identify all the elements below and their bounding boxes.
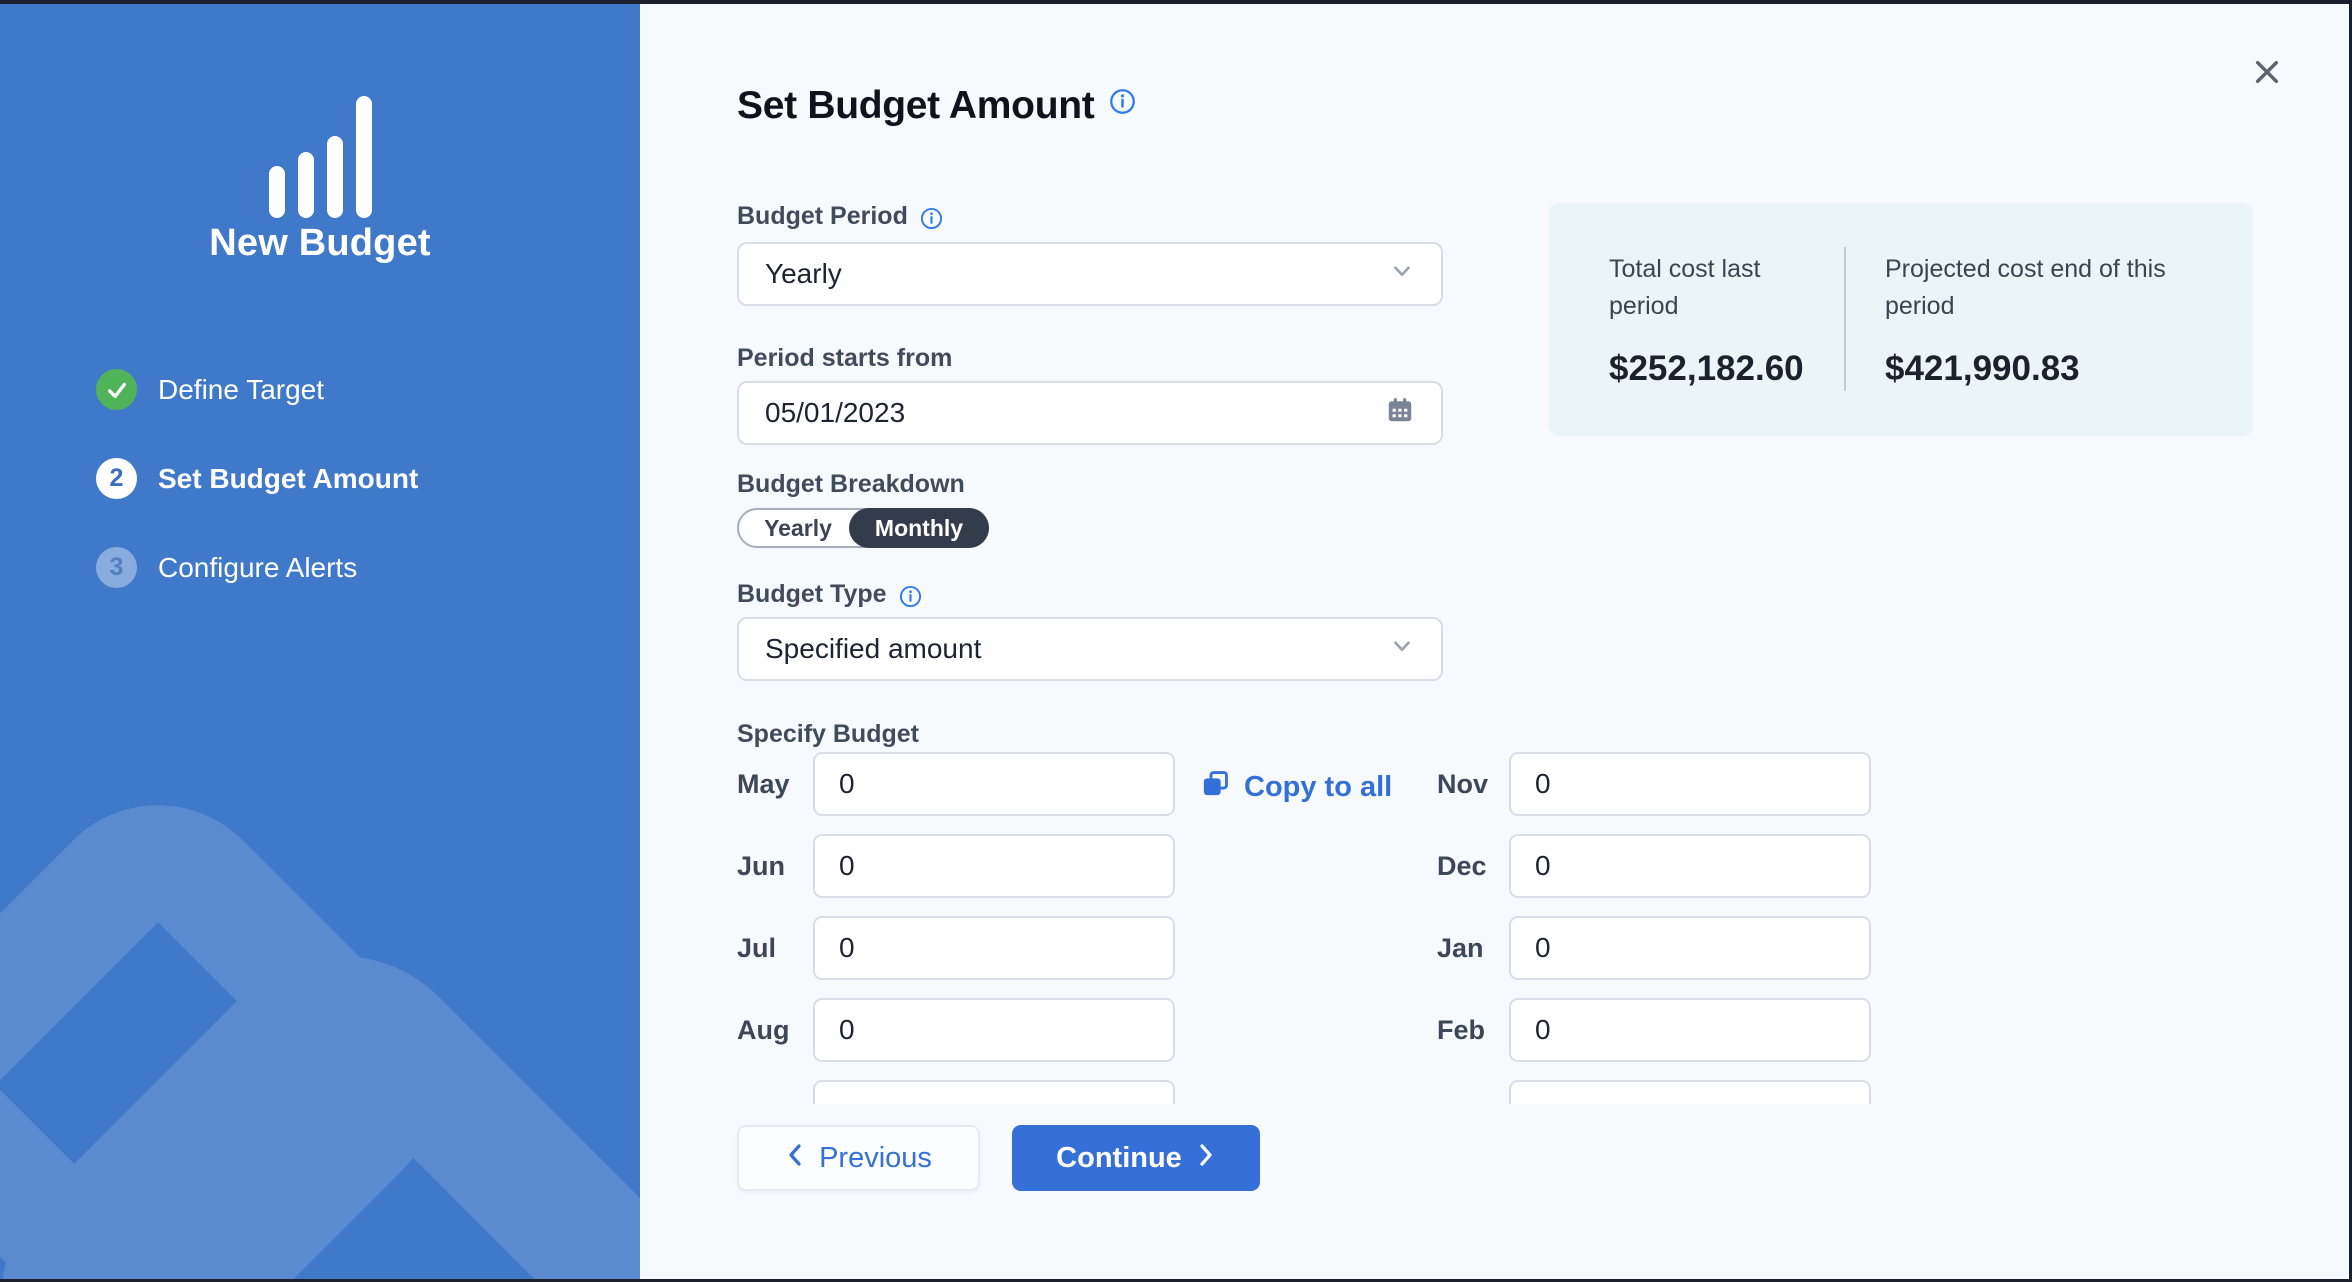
month-label: Dec [1437,851,1509,882]
budget-period-label: Budget Period [737,202,908,231]
step-set-budget-amount[interactable]: 2 Set Budget Amount [96,458,418,499]
summary-divider [1844,247,1846,391]
period-start-date-value: 05/01/2023 [765,397,905,429]
budget-period-info-icon[interactable] [920,207,943,230]
month-amount-input[interactable] [1509,834,1871,898]
calendar-icon[interactable] [1385,395,1415,432]
month-row: Jul [737,916,1175,980]
month-label: Jul [737,933,813,964]
projected-cost-label: Projected cost end of this period [1885,251,2230,325]
total-cost-value: $252,182.60 [1609,349,1834,389]
month-label: Aug [737,1015,813,1046]
month-amount-input[interactable] [813,916,1175,980]
month-amount-input[interactable] [813,998,1175,1062]
step-configure-alerts[interactable]: 3 Configure Alerts [96,547,418,588]
continue-label: Continue [1056,1142,1182,1175]
specify-budget-label: Specify Budget [737,720,919,749]
month-row-partial [737,1080,1175,1104]
step-number: 3 [96,547,137,588]
app-logo-bars-icon [0,96,640,218]
budget-period-select[interactable]: Yearly [737,242,1443,306]
month-label: Feb [1437,1015,1509,1046]
month-label: Jun [737,851,813,882]
month-amount-input[interactable] [1509,916,1871,980]
chevron-left-icon [785,1142,805,1175]
close-icon[interactable] [2245,50,2289,94]
previous-button[interactable]: Previous [737,1125,980,1191]
previous-label: Previous [819,1142,932,1175]
budget-breakdown-label: Budget Breakdown [737,470,965,499]
month-row-partial [1437,1080,1871,1104]
budget-type-select[interactable]: Specified amount [737,617,1443,681]
breakdown-yearly-option[interactable]: Yearly [739,510,857,546]
wizard-steps: Define Target 2 Set Budget Amount 3 Conf… [96,369,418,636]
month-amount-input[interactable] [1509,752,1871,816]
continue-button[interactable]: Continue [1012,1125,1260,1191]
monthly-budget-grid: May Jun Jul Aug Nov [737,752,1977,1104]
step-label: Define Target [158,374,324,406]
chevron-down-icon [1389,633,1415,666]
month-row: May [737,752,1175,816]
budget-type-label: Budget Type [737,580,887,609]
month-amount-input[interactable] [813,752,1175,816]
wizard-sidebar: New Budget Define Target 2 Set Budget Am… [0,4,640,1279]
projected-cost-value: $421,990.83 [1885,349,2230,389]
total-cost-label: Total cost last period [1609,251,1834,325]
month-amount-input[interactable] [1509,1080,1871,1104]
step-number: 2 [96,458,137,499]
month-row: Jun [737,834,1175,898]
cost-summary-card: Total cost last period $252,182.60 Proje… [1549,203,2253,436]
month-label: May [737,769,813,800]
period-starts-label: Period starts from [737,344,952,373]
step-define-target[interactable]: Define Target [96,369,418,410]
month-amount-input[interactable] [813,1080,1175,1104]
budget-period-value: Yearly [765,258,842,290]
month-label: Jan [1437,933,1509,964]
breakdown-monthly-option[interactable]: Monthly [849,508,989,548]
step-label: Configure Alerts [158,552,357,584]
month-amount-input[interactable] [1509,998,1871,1062]
month-row: Aug [737,998,1175,1062]
budget-type-info-icon[interactable] [899,585,922,608]
budget-type-value: Specified amount [765,633,981,665]
month-row: Dec [1437,834,1871,898]
month-row: Feb [1437,998,1871,1062]
month-amount-input[interactable] [813,834,1175,898]
step-done-check-icon [96,369,137,410]
month-row: Jan [1437,916,1871,980]
wizard-title: New Budget [0,222,640,265]
month-row: Nov [1437,752,1871,816]
page-title: Set Budget Amount [737,84,1094,128]
period-start-date-input[interactable]: 05/01/2023 [737,381,1443,445]
chevron-down-icon [1389,258,1415,291]
chevron-right-icon [1196,1142,1216,1175]
budget-breakdown-toggle: Yearly Monthly [737,508,989,548]
month-label: Nov [1437,769,1509,800]
step-label: Set Budget Amount [158,463,418,495]
set-budget-panel: Set Budget Amount Total cost last period… [640,4,2349,1279]
title-info-icon[interactable] [1109,88,1136,115]
